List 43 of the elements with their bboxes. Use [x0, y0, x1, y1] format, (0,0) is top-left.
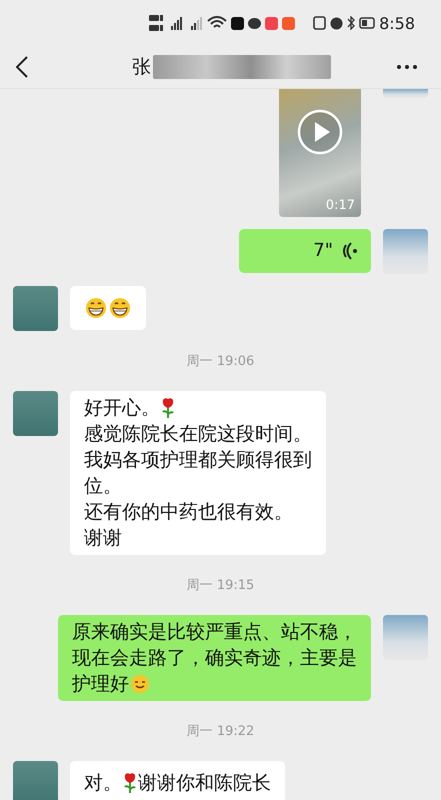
voice-message[interactable]: 7" — [239, 229, 371, 273]
message-text: 现在会走路了，确实奇迹，主要是 — [72, 646, 357, 671]
voice-wave-icon — [341, 242, 357, 260]
wifi-icon — [207, 16, 228, 30]
message-text: 对。 — [84, 771, 122, 796]
message-text: 位。 — [84, 474, 122, 499]
grinning-face-icon — [109, 297, 131, 319]
grinning-face-icon — [85, 297, 107, 319]
battery-icon — [359, 17, 376, 29]
bluetooth-icon — [347, 16, 356, 30]
avatar-photo[interactable] — [13, 286, 58, 331]
avatar-photo[interactable] — [13, 391, 58, 436]
smiling-face-icon — [130, 674, 150, 694]
play-icon[interactable] — [297, 109, 343, 155]
timestamp: 周一 19:22 — [186, 723, 254, 740]
rose-icon — [123, 772, 137, 794]
clock-time: 8:58 — [379, 14, 415, 32]
more-icon[interactable] — [397, 65, 417, 69]
signal-icon — [171, 16, 184, 30]
timestamp: 周一 19:06 — [186, 353, 254, 370]
message-text: 好开心。 — [84, 396, 160, 421]
back-icon[interactable] — [16, 56, 28, 78]
app-notification-icon — [282, 16, 296, 30]
video-duration: 0:17 — [326, 198, 355, 213]
message-text: 谢谢 — [84, 526, 122, 551]
message-text: 谢谢你和陈院长 — [138, 771, 271, 796]
avatar-photo[interactable] — [13, 761, 58, 800]
message-text: 我妈各项护理都关顾得很到 — [84, 448, 312, 473]
app-notification-icon — [231, 16, 244, 30]
avatar-photo[interactable] — [383, 615, 428, 660]
sim-card-icon — [149, 14, 164, 32]
chat-title: 张 — [132, 55, 151, 80]
avatar-photo[interactable] — [383, 89, 428, 98]
chat-bubble-icon — [248, 18, 262, 28]
rose-icon — [161, 397, 175, 419]
avatar-photo[interactable] — [383, 229, 428, 274]
signal-icon — [191, 16, 204, 30]
message-text: 感觉陈院长在院这段时间。 — [84, 422, 312, 447]
app-notification-icon — [265, 16, 278, 30]
message-text: 护理好 — [72, 672, 129, 697]
timestamp: 周一 19:15 — [186, 577, 254, 594]
message-text: 还有你的中药也很有效。 — [84, 500, 293, 525]
message-text: 原来确实是比较严重点、站不稳， — [72, 620, 357, 645]
